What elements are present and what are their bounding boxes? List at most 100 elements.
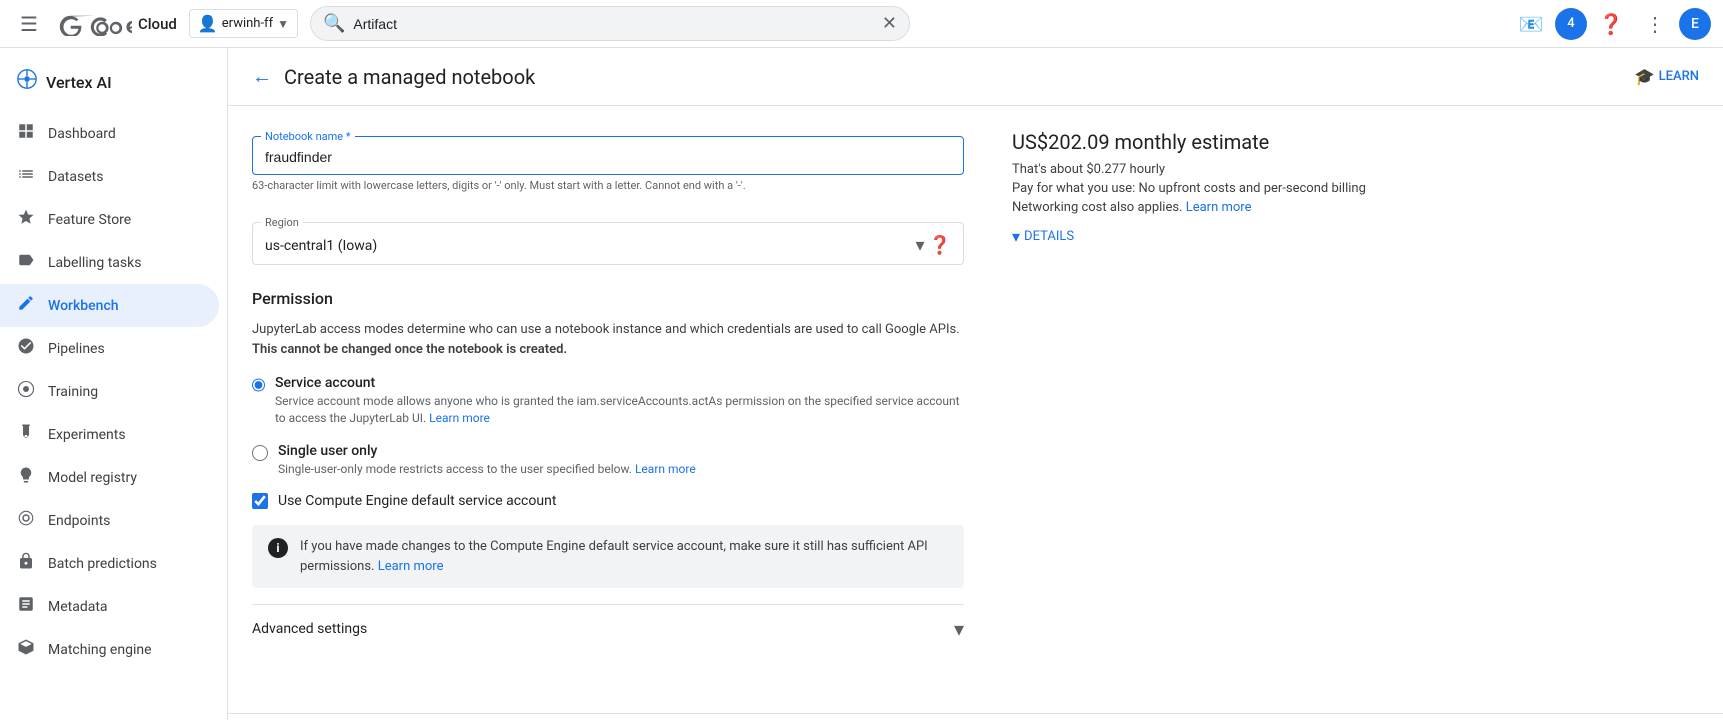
sidebar-item-datasets[interactable]: Datasets — [0, 155, 219, 198]
hamburger-menu[interactable]: ☰ — [12, 4, 46, 44]
back-button[interactable]: ← — [252, 64, 272, 89]
info-icon: i — [268, 538, 288, 558]
notebook-name-input[interactable] — [265, 149, 951, 165]
notebook-name-field: Notebook name * 63-character limit with … — [252, 130, 964, 192]
metadata-icon — [16, 595, 36, 618]
google-cloud-logo[interactable]: Cloud — [58, 12, 177, 36]
sidebar-item-endpoints[interactable]: Endpoints — [0, 499, 219, 542]
vertex-ai-icon — [16, 68, 38, 96]
form-area: Notebook name * 63-character limit with … — [228, 106, 1723, 713]
details-toggle[interactable]: ▾ DETAILS — [1012, 227, 1384, 246]
page-title: Create a managed notebook — [284, 65, 535, 89]
sidebar-item-feature-store[interactable]: Feature Store — [0, 198, 219, 241]
datasets-icon — [16, 165, 36, 188]
sidebar-item-label: Pipelines — [48, 341, 105, 357]
endpoints-icon — [16, 509, 36, 532]
dropdown-icon: ▼ — [277, 17, 289, 31]
pipelines-icon — [16, 337, 36, 360]
sidebar: Vertex AI Dashboard Datasets Feature Sto… — [0, 48, 228, 720]
permission-section: Permission JupyterLab access modes deter… — [252, 289, 964, 588]
single-user-title: Single user only — [278, 443, 696, 459]
region-label: Region — [261, 216, 303, 229]
cost-networking: Networking cost also applies. Learn more — [1012, 200, 1384, 215]
search-icon: 🔍 — [323, 13, 345, 34]
chevron-down-icon: ▾ — [954, 617, 964, 641]
service-account-label[interactable]: Service account Service account mode all… — [252, 375, 964, 427]
sidebar-item-training[interactable]: Training — [0, 370, 219, 413]
form-footer: CREATE CANCEL — [228, 713, 1723, 720]
content-area: ← Create a managed notebook 🎓 LEARN Note… — [228, 48, 1723, 720]
cost-hourly: That's about $0.277 hourly — [1012, 162, 1384, 177]
header-left: ← Create a managed notebook — [252, 64, 535, 89]
single-user-option: Single user only Single-user-only mode r… — [252, 443, 964, 478]
advanced-settings-label: Advanced settings — [252, 621, 367, 637]
sidebar-item-label: Workbench — [48, 298, 119, 314]
dropdown-icon: ▾ — [916, 235, 925, 256]
model-registry-icon — [16, 466, 36, 489]
single-user-radio[interactable] — [252, 445, 268, 461]
help-button[interactable]: ❓ — [1591, 4, 1631, 44]
notification-count-badge[interactable]: 4 — [1555, 8, 1587, 40]
notifications-button[interactable]: 📧 — [1511, 4, 1551, 44]
search-bar[interactable]: 🔍 ✕ — [310, 6, 910, 41]
details-label: DETAILS — [1024, 229, 1074, 244]
learn-link[interactable]: 🎓 LEARN — [1635, 67, 1699, 86]
cost-learn-more[interactable]: Learn more — [1186, 200, 1252, 215]
top-nav: ☰ Cloud 👤 erwinh-ff ▼ 🔍 ✕ 📧 4 ❓ ⋮ E — [0, 0, 1723, 48]
matching-engine-icon — [16, 638, 36, 661]
compute-engine-checkbox[interactable] — [252, 493, 268, 509]
service-account-option: Service account Service account mode all… — [252, 375, 964, 427]
workbench-icon — [16, 294, 36, 317]
feature-store-icon — [16, 208, 36, 231]
sidebar-item-metadata[interactable]: Metadata — [0, 585, 219, 628]
app-name-text: Cloud — [138, 15, 177, 33]
sidebar-item-workbench[interactable]: Workbench — [0, 284, 219, 327]
project-name: erwinh-ff — [222, 16, 273, 31]
single-user-label[interactable]: Single user only Single-user-only mode r… — [252, 443, 964, 478]
cost-estimate: US$202.09 monthly estimate — [1012, 130, 1384, 154]
region-value: us-central1 (Iowa) — [265, 238, 377, 254]
service-account-learn-more[interactable]: Learn more — [429, 411, 490, 425]
experiments-icon — [16, 423, 36, 446]
help-icon[interactable]: ❓ — [929, 235, 951, 256]
search-input[interactable] — [353, 16, 873, 32]
cost-panel: US$202.09 monthly estimate That's about … — [988, 106, 1408, 713]
sidebar-item-experiments[interactable]: Experiments — [0, 413, 219, 456]
sidebar-item-label: Dashboard — [48, 126, 116, 142]
user-avatar[interactable]: E — [1679, 8, 1711, 40]
search-clear-icon[interactable]: ✕ — [882, 13, 897, 34]
sidebar-item-matching-engine[interactable]: Matching engine — [0, 628, 219, 671]
single-user-learn-more[interactable]: Learn more — [635, 462, 696, 476]
more-options-button[interactable]: ⋮ — [1635, 4, 1675, 44]
info-learn-more[interactable]: Learn more — [378, 559, 444, 574]
sidebar-item-model-registry[interactable]: Model registry — [0, 456, 219, 499]
sidebar-item-label: Matching engine — [48, 642, 152, 658]
sidebar-item-pipelines[interactable]: Pipelines — [0, 327, 219, 370]
chevron-down-icon: ▾ — [1012, 227, 1020, 246]
permission-desc: JupyterLab access modes determine who ca… — [252, 320, 964, 359]
person-icon: 👤 — [198, 14, 218, 33]
main-layout: Vertex AI Dashboard Datasets Feature Sto… — [0, 0, 1723, 720]
single-user-desc: Single-user-only mode restricts access t… — [278, 461, 696, 478]
service-account-title: Service account — [275, 375, 964, 391]
service-account-radio[interactable] — [252, 377, 265, 393]
labelling-tasks-icon — [16, 251, 36, 274]
region-field: Region us-central1 (Iowa) ▾ ❓ — [252, 216, 964, 265]
notebook-name-hint: 63-character limit with lowercase letter… — [252, 179, 964, 192]
sidebar-item-label: Model registry — [48, 470, 137, 486]
training-icon — [16, 380, 36, 403]
sidebar-item-dashboard[interactable]: Dashboard — [0, 112, 219, 155]
sidebar-item-label: Labelling tasks — [48, 255, 141, 271]
advanced-settings-row[interactable]: Advanced settings ▾ — [252, 604, 964, 653]
form-main: Notebook name * 63-character limit with … — [228, 106, 988, 713]
sidebar-header: Vertex AI — [0, 56, 227, 112]
service-account-desc: Service account mode allows anyone who i… — [275, 393, 964, 427]
compute-engine-label: Use Compute Engine default service accou… — [278, 493, 556, 509]
project-selector[interactable]: 👤 erwinh-ff ▼ — [189, 9, 298, 38]
sidebar-item-label: Training — [48, 384, 98, 400]
compute-engine-checkbox-row[interactable]: Use Compute Engine default service accou… — [252, 493, 964, 509]
sidebar-item-batch-predictions[interactable]: Batch predictions — [0, 542, 219, 585]
sidebar-item-labelling-tasks[interactable]: Labelling tasks — [0, 241, 219, 284]
info-box: i If you have made changes to the Comput… — [252, 525, 964, 588]
sidebar-item-label: Datasets — [48, 169, 103, 185]
